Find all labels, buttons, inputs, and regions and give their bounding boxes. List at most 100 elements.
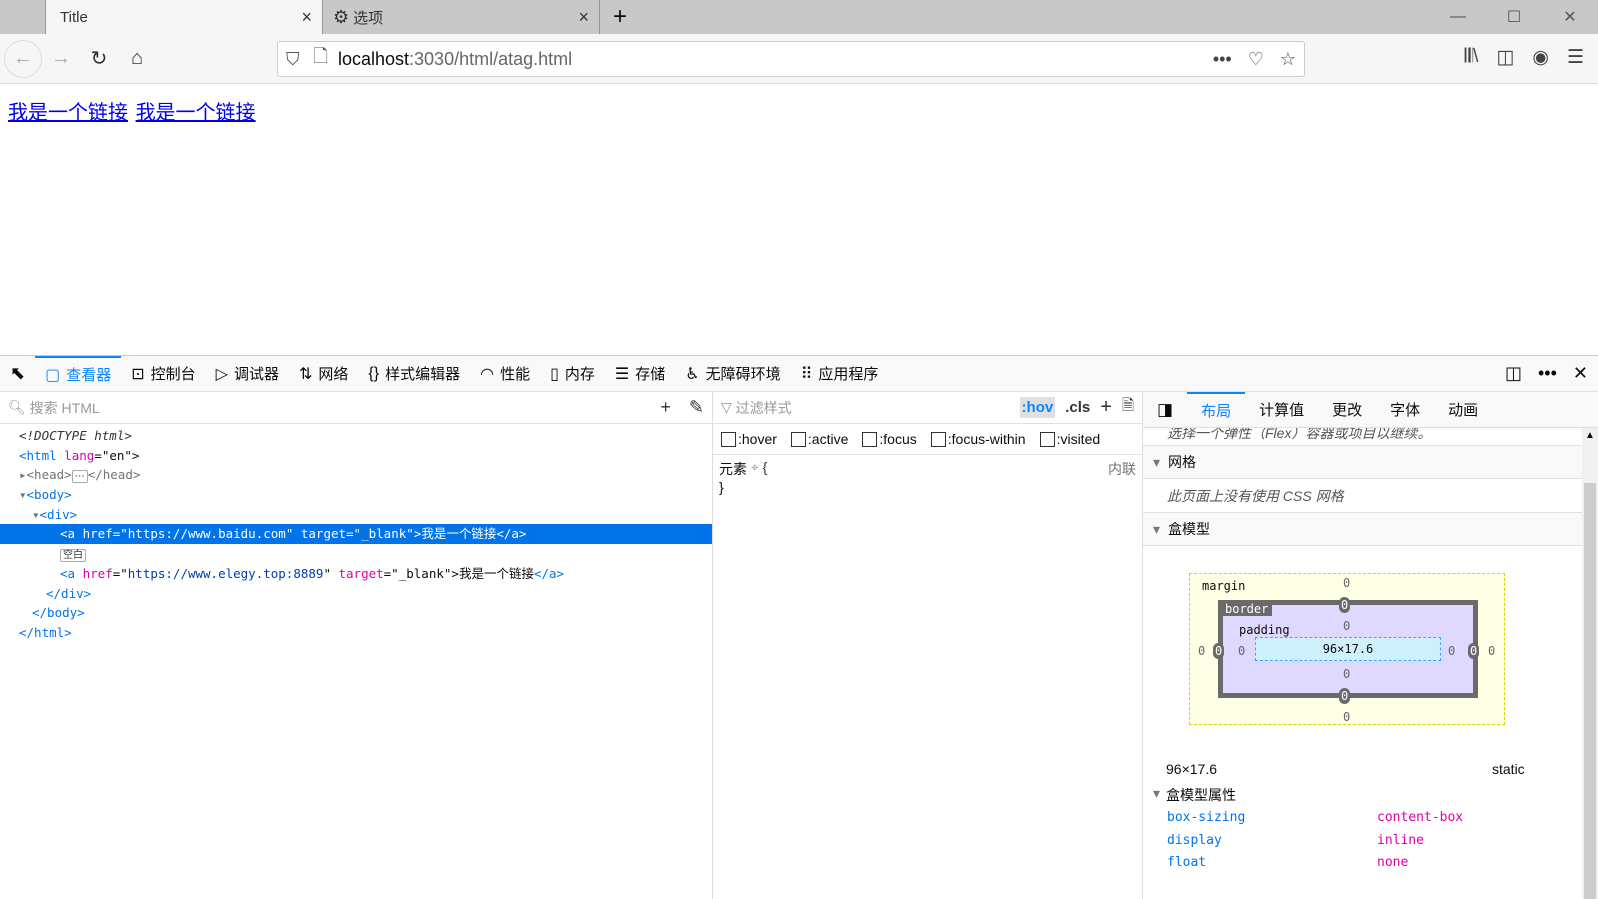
padding-right[interactable]: 0 (1448, 644, 1455, 658)
tree-node[interactable]: <html lang="en"> (0, 446, 712, 466)
boxmodel-props-header[interactable]: ▾ 盒模型属性 (1153, 785, 1236, 805)
minimize-button[interactable]: — (1430, 0, 1486, 34)
add-node-button[interactable]: + (660, 397, 671, 418)
padding-left[interactable]: 0 (1238, 644, 1245, 658)
more-icon[interactable]: ••• (1538, 363, 1557, 384)
tab-console[interactable]: ⊡ 控制台 (121, 356, 205, 391)
tab-memory[interactable]: ▯ 内存 (540, 356, 605, 391)
grid-section-header[interactable]: ▾ 网格 (1143, 446, 1582, 479)
page-content: 我是一个链接 我是一个链接 (0, 84, 1598, 354)
library-icon[interactable]: 𝄃𝄃\ (1465, 46, 1479, 69)
forward-button[interactable]: → (42, 40, 80, 78)
tab-style-editor[interactable]: {} 样式编辑器 (358, 356, 470, 391)
element-selector: 元素 (719, 461, 747, 477)
tab-computed[interactable]: 计算值 (1245, 392, 1318, 427)
tab-spacer (0, 0, 46, 34)
eyedropper-icon[interactable]: ✎ (689, 397, 704, 418)
back-button[interactable]: ← (4, 39, 42, 78)
tab-application[interactable]: ⠿ 应用程序 (791, 356, 889, 391)
dock-icon[interactable]: ◫ (1505, 363, 1522, 384)
print-icon[interactable]: 🗎 (1122, 395, 1134, 420)
tab-debugger[interactable]: ▷ 调试器 (206, 356, 289, 391)
scrollbar[interactable]: ▲ (1582, 428, 1598, 899)
close-window-button[interactable]: ✕ (1542, 0, 1598, 34)
focus-within-checkbox[interactable]: :focus-within (930, 431, 1026, 447)
new-tab-button[interactable]: + (600, 0, 640, 34)
bookmark-star-icon[interactable]: ☆ (1280, 49, 1296, 70)
tree-node[interactable]: </html> (0, 623, 712, 643)
tab-label: 调试器 (233, 366, 279, 383)
search-html-input[interactable]: 搜索 HTML (30, 398, 100, 418)
add-rule-button[interactable]: + (1100, 396, 1112, 419)
url-bar[interactable]: ⛉ 🗋 localhost:3030/html/atag.html ••• ♡ ☆ (277, 41, 1305, 77)
tab-animations[interactable]: 动画 (1434, 392, 1492, 427)
tree-node-selected[interactable]: <a href="https://www.baidu.com" target="… (0, 524, 712, 545)
tab-label: 查看器 (66, 367, 112, 384)
href-link[interactable]: https://www.elegy.top:8889 (128, 566, 324, 581)
tab-layout[interactable]: 布局 (1187, 392, 1246, 427)
sidebar-icon[interactable]: ◫ (1496, 46, 1514, 69)
margin-left[interactable]: 0 (1198, 644, 1205, 658)
tab-options[interactable]: ⚙ 选项 × (323, 0, 600, 34)
close-tab-icon[interactable]: × (301, 7, 312, 28)
reload-button[interactable]: ↻ (80, 40, 118, 78)
tab-label: 网络 (318, 366, 349, 383)
whitespace-badge: 空白 (0, 544, 712, 564)
margin-bottom[interactable]: 0 (1343, 710, 1350, 724)
tree-node[interactable]: ▾<div> (0, 505, 712, 525)
tab-label: 选项 (353, 9, 384, 27)
filter-icon: ▽ (721, 399, 732, 415)
cls-toggle[interactable]: .cls (1065, 399, 1090, 416)
pocket-icon[interactable]: ♡ (1248, 49, 1264, 70)
close-devtools-icon[interactable]: ✕ (1573, 363, 1588, 384)
tab-storage[interactable]: ☰ 存储 (605, 356, 675, 391)
tab-network[interactable]: ⇅ 网络 (289, 356, 358, 391)
shield-icon[interactable]: ⛉ (286, 49, 300, 70)
tab-title[interactable]: Title × (46, 0, 323, 34)
tab-fonts[interactable]: 字体 (1376, 392, 1434, 427)
toggle-sidebar-icon[interactable]: ◨ (1143, 392, 1187, 427)
tab-accessibility[interactable]: ♿ 无障碍环境 (675, 356, 790, 391)
close-tab-icon[interactable]: × (578, 7, 589, 28)
focus-checkbox[interactable]: :focus (862, 431, 917, 447)
tree-node[interactable]: </div> (0, 584, 712, 604)
tab-performance[interactable]: ◠ 性能 (470, 356, 540, 391)
console-icon: ⊡ (131, 365, 145, 383)
page-link[interactable]: 我是一个链接 (136, 102, 256, 124)
tree-node[interactable]: </body> (0, 603, 712, 623)
active-checkbox[interactable]: :active (790, 431, 848, 447)
scroll-up-icon[interactable]: ▲ (1585, 430, 1595, 441)
more-icon[interactable]: ••• (1213, 49, 1232, 70)
border-left[interactable]: 0 (1213, 643, 1225, 659)
border-right[interactable]: 0 (1468, 643, 1480, 659)
maximize-button[interactable]: ☐ (1486, 0, 1542, 34)
tree-node[interactable]: <a href="https://www.elegy.top:8889" tar… (0, 564, 712, 584)
hov-toggle[interactable]: :hov (1019, 397, 1056, 418)
menu-icon[interactable]: ☰ (1567, 46, 1584, 69)
tree-node[interactable]: ▾<body> (0, 485, 712, 505)
scrollbar-thumb[interactable] (1584, 483, 1596, 899)
tree-node[interactable]: <!DOCTYPE html> (0, 426, 712, 446)
account-icon[interactable]: ◉ (1532, 46, 1549, 69)
home-button[interactable]: ⌂ (118, 40, 156, 78)
tab-changes[interactable]: 更改 (1318, 392, 1376, 427)
border-top[interactable]: 0 (1339, 597, 1351, 613)
tree-node[interactable]: ▸<head> ⋯ </head> (0, 465, 712, 485)
boxmodel-section-header[interactable]: ▾ 盒模型 (1143, 513, 1582, 546)
storage-icon: ☰ (614, 365, 630, 383)
inspector-icon: ▢ (45, 366, 61, 384)
pick-element-icon[interactable]: ⬉ (0, 356, 35, 391)
border-bottom[interactable]: 0 (1339, 688, 1351, 704)
filter-styles-input[interactable]: 过滤样式 (736, 398, 792, 418)
hover-checkbox[interactable]: :hover (721, 431, 777, 447)
tab-inspector[interactable]: ▢ 查看器 (35, 356, 122, 391)
visited-checkbox[interactable]: :visited (1039, 431, 1100, 447)
page-link[interactable]: 我是一个链接 (8, 102, 128, 124)
padding-top[interactable]: 0 (1343, 619, 1350, 633)
href-link[interactable]: https://www.baidu.com (128, 526, 286, 541)
crosshair-icon[interactable]: ⌖ (751, 459, 759, 479)
tab-strip: Title × ⚙ 选项 × + — ☐ ✕ (0, 0, 1598, 34)
padding-bottom[interactable]: 0 (1343, 667, 1350, 681)
margin-right[interactable]: 0 (1488, 644, 1495, 658)
margin-top[interactable]: 0 (1343, 576, 1350, 590)
